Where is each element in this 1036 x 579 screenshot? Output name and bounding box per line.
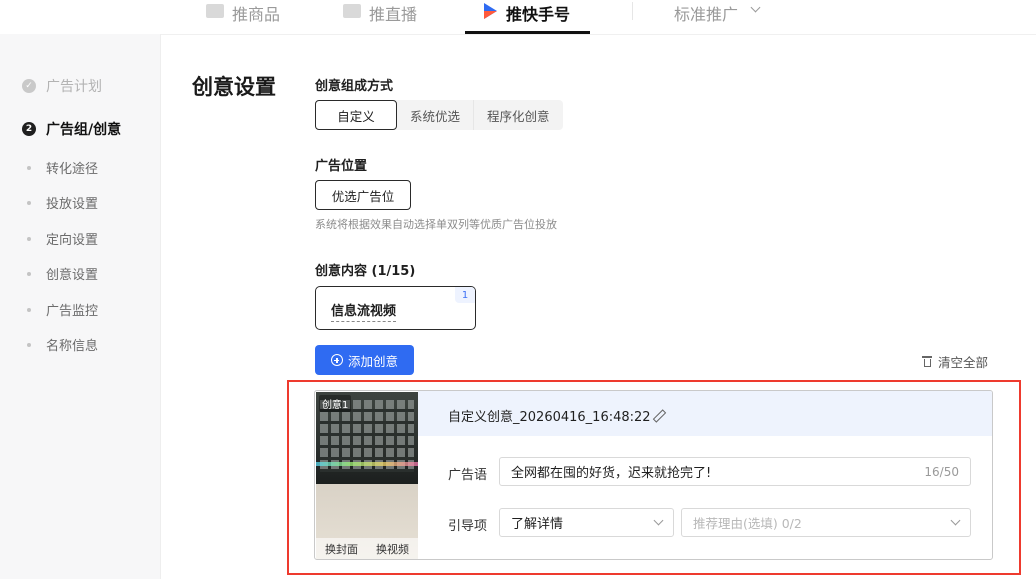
option-system-preferred[interactable]: 系统优选: [397, 100, 475, 130]
add-creative-button[interactable]: 添加创意: [315, 345, 414, 375]
bullet-dot: [27, 307, 31, 312]
tab-standard-promotion[interactable]: 标准推广: [674, 0, 761, 34]
sidebar-item-targeting[interactable]: 定向设置: [22, 229, 98, 248]
bullet-dot: [27, 271, 31, 276]
creative-content-card[interactable]: 信息流视频 1: [315, 286, 476, 330]
sidebar-item-ad-monitoring[interactable]: 广告监控: [22, 300, 98, 319]
sidebar-item-conversion-path[interactable]: 转化途径: [22, 158, 98, 177]
megaphone-icon: [206, 4, 224, 18]
tab-label: 推快手号: [506, 5, 571, 24]
sidebar-step-label: 广告组/创意: [46, 122, 122, 138]
top-nav: 推商品 推直播 推快手号 标准推广: [0, 0, 1036, 34]
sidebar-step-ad-plan[interactable]: ✓ 广告计划: [22, 76, 102, 96]
option-programmatic[interactable]: 程序化创意: [474, 100, 563, 130]
chevron-down-icon: [750, 2, 761, 13]
bullet-dot: [27, 200, 31, 205]
sidebar-item-label: 广告监控: [46, 304, 99, 319]
tab-promote-account[interactable]: 推快手号: [482, 0, 570, 34]
tab-label: 推直播: [369, 5, 418, 24]
add-creative-label: 添加创意: [347, 353, 398, 369]
tab-label: 推商品: [232, 5, 281, 24]
bullet-dot: [27, 165, 31, 170]
composition-label: 创意组成方式: [315, 79, 394, 94]
tab-promote-live[interactable]: 推直播: [343, 0, 417, 34]
preferred-placement-button[interactable]: 优选广告位: [315, 180, 411, 210]
sidebar-item-label: 定向设置: [46, 233, 99, 248]
content-card-label: 信息流视频: [331, 300, 397, 322]
plus-circle-icon: [330, 354, 343, 366]
sidebar-item-label: 转化途径: [46, 162, 99, 177]
live-icon: [343, 4, 361, 18]
sidebar-item-creative-settings[interactable]: 创意设置: [22, 264, 98, 283]
option-custom[interactable]: 自定义: [315, 100, 397, 130]
trash-icon: [922, 356, 932, 367]
clear-all-button[interactable]: 清空全部: [922, 352, 988, 371]
placement-label: 广告位置: [315, 159, 368, 174]
bullet-dot: [27, 342, 31, 347]
count-badge: 1: [455, 287, 475, 303]
highlight-box: [287, 380, 1021, 575]
tab-label: 标准推广: [674, 5, 739, 24]
bullet-dot: [27, 236, 31, 241]
sidebar-item-name-info[interactable]: 名称信息: [22, 335, 98, 354]
sidebar-step-ad-group[interactable]: 2 广告组/创意: [22, 119, 121, 139]
check-circle-icon: ✓: [22, 79, 36, 93]
header-divider: [161, 34, 1036, 35]
sidebar-item-label: 投放设置: [46, 197, 99, 212]
placement-hint: 系统将根据效果自动选择单双列等优质广告位投放: [315, 218, 557, 231]
composition-segmented-control: 自定义 系统优选 程序化创意: [315, 100, 563, 130]
sidebar-item-label: 创意设置: [46, 268, 99, 283]
tab-promote-goods[interactable]: 推商品: [206, 0, 280, 34]
step-number-badge: 2: [22, 122, 36, 136]
sidebar-step-label: 广告计划: [46, 79, 102, 95]
kuaishou-play-icon: [484, 3, 497, 19]
sidebar-item-delivery-settings[interactable]: 投放设置: [22, 193, 98, 212]
nav-divider: [632, 2, 633, 20]
clear-all-label: 清空全部: [938, 355, 989, 370]
page-title: 创意设置: [192, 75, 276, 99]
sidebar-item-label: 名称信息: [46, 339, 99, 354]
creative-content-label: 创意内容 (1/15): [315, 264, 416, 279]
